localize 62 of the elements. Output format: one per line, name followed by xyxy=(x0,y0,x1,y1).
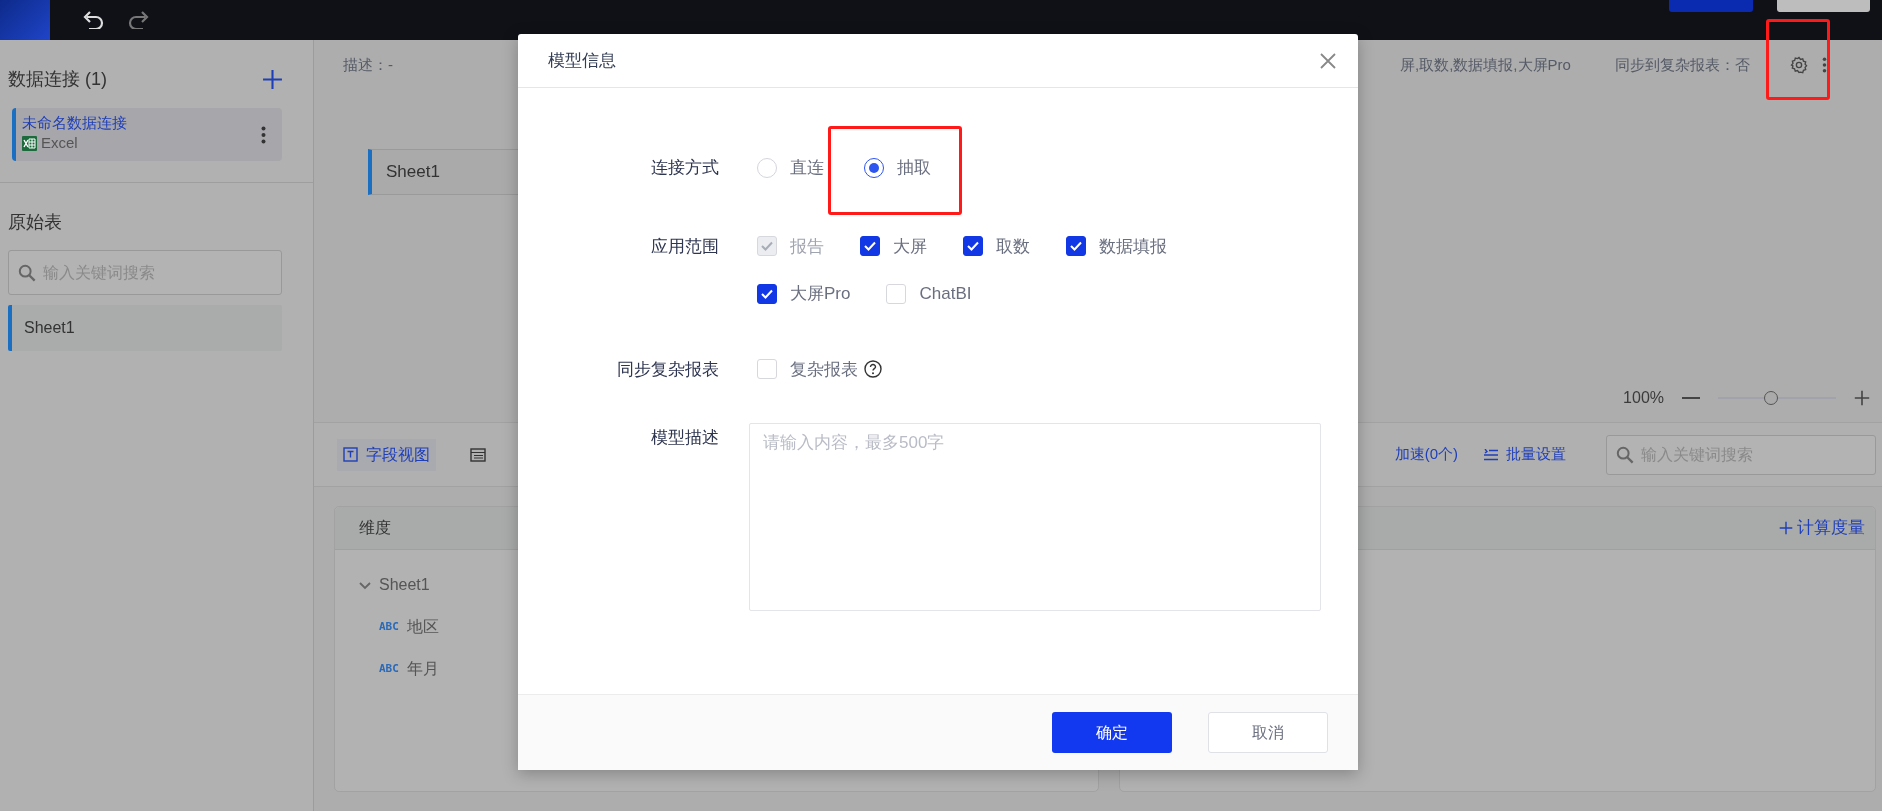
list-icon xyxy=(1484,448,1498,461)
scope-text: 屏,取数,数据填报,大屏Pro xyxy=(1400,54,1571,75)
check-icon xyxy=(761,288,773,299)
section-title: 原始表 xyxy=(7,211,63,234)
field-item[interactable]: 地区 xyxy=(406,615,439,639)
add-icon[interactable] xyxy=(262,69,283,90)
settings-icon[interactable] xyxy=(1789,56,1808,74)
more-icon[interactable] xyxy=(1821,57,1827,73)
radio-option[interactable]: 直连 xyxy=(757,155,824,181)
add-icon xyxy=(1779,521,1793,535)
radio-option[interactable]: 抽取 xyxy=(864,155,931,181)
checkbox-option[interactable]: 数据填报 xyxy=(1066,233,1167,259)
confirm-button[interactable]: 确定 xyxy=(1052,712,1172,753)
close-icon[interactable] xyxy=(1320,52,1336,69)
cancel-button[interactable]: 取消 xyxy=(1208,712,1328,753)
field-label: 模型描述 xyxy=(650,427,719,449)
spreadsheet-icon xyxy=(22,136,37,151)
zoom-slider[interactable] xyxy=(1718,391,1836,405)
undo-icon[interactable] xyxy=(82,11,104,29)
checkbox-option[interactable]: ChatBI xyxy=(886,281,972,307)
redo-icon[interactable] xyxy=(128,11,150,29)
checkbox[interactable] xyxy=(963,236,983,257)
field-item[interactable]: 年月 xyxy=(406,657,439,681)
checkbox[interactable] xyxy=(1066,236,1086,257)
checkbox-option[interactable]: 取数 xyxy=(963,233,1030,259)
sync-text: 同步到复杂报表：否 xyxy=(1614,54,1750,75)
add-measure-link[interactable]: 计算度量 xyxy=(1779,515,1865,541)
field-label: 应用范围 xyxy=(650,235,719,258)
field-label: 连接方式 xyxy=(650,157,719,179)
connection-name: 未命名数据连接 xyxy=(22,114,127,133)
type-tag: ABC xyxy=(379,618,399,636)
help-icon[interactable] xyxy=(864,360,882,379)
check-icon xyxy=(761,241,773,252)
view-tab[interactable]: 字段视图 xyxy=(337,438,436,471)
check-icon xyxy=(1070,241,1082,252)
checkbox[interactable] xyxy=(757,283,777,304)
checkbox-option[interactable]: 大屏Pro xyxy=(757,281,851,307)
chevron-icon[interactable] xyxy=(359,579,371,591)
check-icon xyxy=(967,241,979,252)
field-label: 同步复杂报表 xyxy=(616,358,719,381)
connection-item[interactable]: 未命名数据连接 Excel xyxy=(12,108,282,161)
description-text: 描述：- xyxy=(343,54,393,75)
connection-type: Excel xyxy=(41,133,78,154)
check-icon xyxy=(864,241,876,252)
checkbox-option[interactable]: 复杂报表 xyxy=(757,356,858,382)
table-icon xyxy=(470,447,486,462)
description-field[interactable]: 请输入内容，最多500字 xyxy=(749,423,1321,611)
more-icon[interactable] xyxy=(261,125,266,144)
checkbox[interactable] xyxy=(860,236,880,257)
type-tag: ABC xyxy=(379,660,399,678)
slider-thumb[interactable] xyxy=(1764,391,1779,405)
section-title: 数据连接 (1) xyxy=(8,68,107,91)
checkbox-option[interactable]: 大屏 xyxy=(860,233,927,259)
tree-item[interactable]: Sheet1 xyxy=(379,573,430,597)
table-item[interactable]: Sheet1 xyxy=(8,305,282,351)
dialog-title: 模型信息 xyxy=(548,49,616,72)
zoom-reading: 100% xyxy=(1623,388,1664,408)
panel-title: 维度 xyxy=(359,518,391,538)
text-field-icon xyxy=(343,447,358,462)
action-link[interactable]: 加速(0个) xyxy=(1394,443,1458,466)
action-link[interactable]: 批量设置 xyxy=(1484,443,1566,466)
zoom-in-icon[interactable] xyxy=(1854,390,1870,406)
